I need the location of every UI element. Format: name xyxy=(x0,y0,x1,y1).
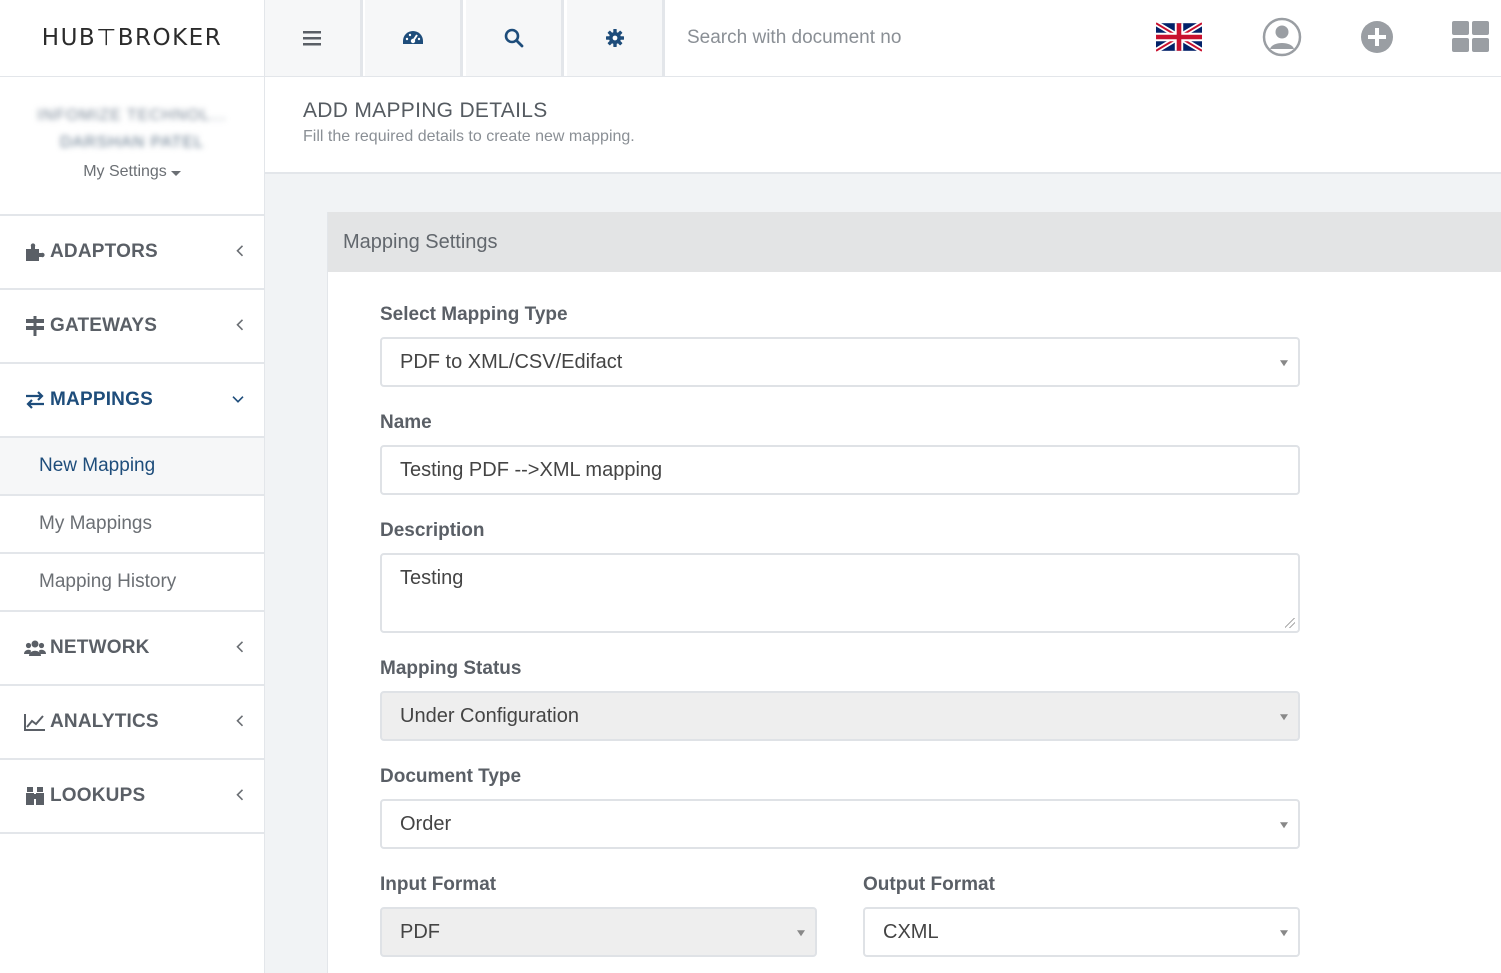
sidebar-item-label: LOOKUPS xyxy=(50,785,146,806)
language-button[interactable] xyxy=(1155,16,1203,58)
dashboard-button[interactable] xyxy=(365,0,463,76)
profile-button[interactable] xyxy=(1258,16,1306,58)
exchange-icon xyxy=(24,389,46,411)
dashboard-icon xyxy=(402,31,423,44)
search-button[interactable] xyxy=(466,0,564,76)
input-format-select: PDF xyxy=(380,907,817,957)
caret-down-icon xyxy=(170,170,181,176)
description-textarea[interactable]: Testing xyxy=(380,553,1300,633)
sidebar-item-gateways[interactable]: GATEWAYS xyxy=(0,290,264,364)
add-circle-icon xyxy=(1361,21,1393,53)
sidebar-item-label: NETWORK xyxy=(50,637,150,658)
brand-name: HUB⊤BROKER xyxy=(41,25,223,51)
sidebar-item-label: GATEWAYS xyxy=(50,315,158,336)
sidebar-subitem-mapping-history[interactable]: Mapping History xyxy=(0,554,264,612)
binoculars-icon xyxy=(24,785,46,807)
dropdown-arrow-icon xyxy=(1280,360,1288,367)
menu-icon xyxy=(302,31,321,46)
document-search xyxy=(665,0,1125,76)
users-icon xyxy=(24,637,46,659)
input-format-value: PDF xyxy=(400,920,440,943)
grid-apps-icon xyxy=(1452,21,1489,52)
apps-button[interactable] xyxy=(1447,16,1495,58)
status-select: Under Configuration xyxy=(380,691,1300,741)
document-type-label: Document Type xyxy=(380,766,522,787)
sidebar-item-network[interactable]: NETWORK xyxy=(0,612,264,686)
name-label: Name xyxy=(380,412,432,433)
sidebar-item-lookups[interactable]: LOOKUPS xyxy=(0,760,264,834)
sidebar-item-label: ANALYTICS xyxy=(50,711,159,732)
name-input[interactable]: Testing PDF -->XML mapping xyxy=(380,445,1300,495)
uk-flag-icon xyxy=(1156,20,1202,54)
description-value: Testing xyxy=(400,567,464,589)
output-format-select[interactable]: CXML xyxy=(863,907,1300,957)
profile-block: INFOMIZE TECHNOL... DARSHAN PATEL My Set… xyxy=(0,77,264,216)
chevron-left-icon xyxy=(236,319,244,331)
sidebar-item-mappings[interactable]: MAPPINGS xyxy=(0,364,264,438)
document-type-value: Order xyxy=(400,812,452,835)
dropdown-arrow-icon xyxy=(1280,714,1288,721)
mapping-settings-panel: Mapping Settings Select Mapping Type PDF… xyxy=(327,212,1501,973)
page-subtitle: Fill the required details to create new … xyxy=(303,128,635,145)
panel-title: Mapping Settings xyxy=(328,212,1501,272)
resize-handle-icon[interactable] xyxy=(1285,618,1295,628)
signpost-icon xyxy=(24,315,46,337)
chevron-down-icon xyxy=(232,396,244,403)
output-format-value: CXML xyxy=(883,920,939,943)
mapping-type-value: PDF to XML/CSV/Edifact xyxy=(400,350,623,373)
search-input[interactable] xyxy=(687,27,1125,49)
page-header: ADD MAPPING DETAILS Fill the required de… xyxy=(265,77,1501,174)
user-avatar-icon xyxy=(1262,17,1302,57)
sidebar-item-label: MAPPINGS xyxy=(50,389,153,410)
sidebar-item-analytics[interactable]: ANALYTICS xyxy=(0,686,264,760)
status-label: Mapping Status xyxy=(380,658,522,679)
input-format-label: Input Format xyxy=(380,874,497,895)
dropdown-arrow-icon xyxy=(797,930,805,937)
my-settings-label: My Settings xyxy=(83,163,167,180)
sidebar-item-label: ADAPTORS xyxy=(50,241,158,262)
my-settings-dropdown[interactable]: My Settings xyxy=(83,163,181,181)
description-label: Description xyxy=(380,520,485,541)
brand-logo[interactable]: HUB⊤BROKER xyxy=(0,0,265,76)
gear-icon xyxy=(605,29,624,47)
user-name: DARSHAN PATEL xyxy=(60,134,204,151)
chevron-left-icon xyxy=(236,789,244,801)
sidebar-subitem-my-mappings[interactable]: My Mappings xyxy=(0,496,264,554)
search-icon xyxy=(504,28,523,48)
chevron-left-icon xyxy=(236,641,244,653)
line-chart-icon xyxy=(24,711,46,733)
sidebar: INFOMIZE TECHNOL... DARSHAN PATEL My Set… xyxy=(0,77,265,973)
dropdown-arrow-icon xyxy=(1280,930,1288,937)
dropdown-arrow-icon xyxy=(1280,822,1288,829)
menu-toggle-button[interactable] xyxy=(265,0,363,76)
chevron-left-icon xyxy=(236,245,244,257)
top-bar: HUB⊤BROKER xyxy=(0,0,1501,77)
sidebar-item-adaptors[interactable]: ADAPTORS xyxy=(0,216,264,290)
document-type-select[interactable]: Order xyxy=(380,799,1300,849)
mapping-type-select[interactable]: PDF to XML/CSV/Edifact xyxy=(380,337,1300,387)
sidebar-subitem-new-mapping[interactable]: New Mapping xyxy=(0,438,264,496)
company-name: INFOMIZE TECHNOL... xyxy=(37,107,227,124)
name-value: Testing PDF -->XML mapping xyxy=(400,458,663,481)
settings-button[interactable] xyxy=(567,0,665,76)
add-button[interactable] xyxy=(1353,16,1401,58)
status-value: Under Configuration xyxy=(400,704,579,727)
chevron-left-icon xyxy=(236,715,244,727)
output-format-label: Output Format xyxy=(863,874,995,895)
mapping-type-label: Select Mapping Type xyxy=(380,304,568,325)
page-title: ADD MAPPING DETAILS xyxy=(303,99,548,122)
puzzle-icon xyxy=(24,241,46,263)
